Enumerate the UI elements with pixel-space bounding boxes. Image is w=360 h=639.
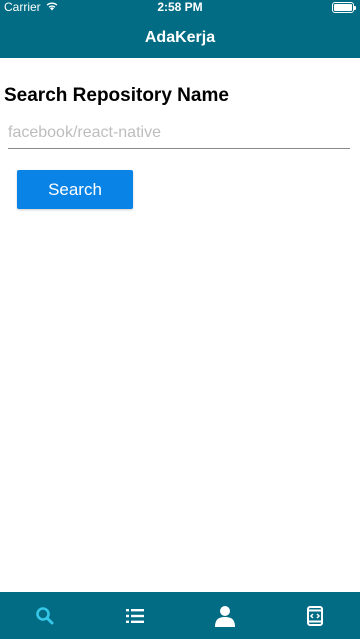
search-input[interactable] [8, 117, 350, 149]
search-icon [35, 606, 55, 626]
status-time: 2:58 PM [157, 0, 203, 14]
app-header: Carrier 2:58 PM AdaKerja [0, 0, 360, 58]
tab-profile[interactable] [180, 592, 270, 639]
list-icon [126, 608, 144, 624]
battery-icon [332, 2, 356, 13]
tab-bar [0, 592, 360, 639]
code-device-icon [307, 605, 323, 626]
status-bar: Carrier 2:58 PM [0, 0, 360, 16]
tab-search[interactable] [0, 592, 90, 639]
page-title: AdaKerja [144, 29, 216, 46]
user-icon [214, 605, 236, 627]
tab-code[interactable] [270, 592, 360, 639]
search-button[interactable]: Search [17, 170, 133, 209]
main-content: Search Repository Name Search [0, 58, 360, 592]
section-title: Search Repository Name [4, 85, 229, 106]
tab-list[interactable] [90, 592, 180, 639]
